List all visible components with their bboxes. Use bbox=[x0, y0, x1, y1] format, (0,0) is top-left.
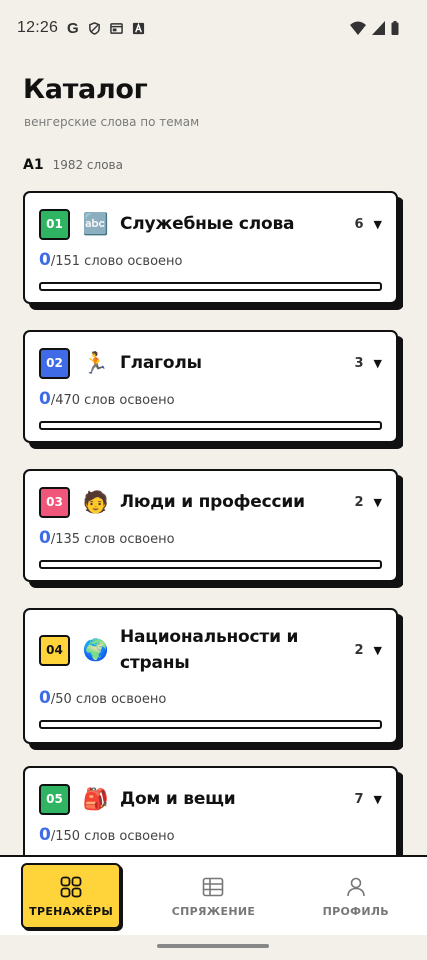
page-subtitle: венгерские слова по темам bbox=[24, 115, 200, 129]
category-progress-text: 0 /135 слов освоено bbox=[39, 528, 175, 548]
learned-count: 0 bbox=[39, 528, 51, 548]
category-card-04[interactable]: 04 🌍 Национальности и страны 2 ▼ 0 /50 с… bbox=[23, 608, 398, 744]
chevron-down-icon[interactable]: ▼ bbox=[374, 496, 382, 509]
category-progress-text: 0 /470 слов освоено bbox=[39, 389, 175, 409]
total-words-text: /151 слово освоено bbox=[50, 254, 183, 269]
nav-label: СПРЯЖЕНИЕ bbox=[171, 904, 256, 918]
progress-bar bbox=[39, 282, 382, 291]
learned-count: 0 bbox=[39, 688, 51, 708]
category-title: Национальности и страны bbox=[120, 627, 299, 673]
grid-icon bbox=[60, 876, 82, 897]
abc-icon: 🔤 bbox=[82, 211, 110, 236]
chevron-down-icon[interactable]: ▼ bbox=[374, 218, 382, 231]
shield-icon bbox=[88, 21, 100, 35]
nav-profile[interactable]: ПРОФИЛЬ bbox=[306, 863, 406, 929]
window-icon bbox=[109, 22, 123, 34]
person-icon: 🧑 bbox=[82, 489, 110, 514]
nav-label: ПРОФИЛЬ bbox=[322, 904, 389, 918]
globe-icon: 🌍 bbox=[82, 637, 110, 662]
nav-label: ТРЕНАЖЁРЫ bbox=[29, 904, 114, 918]
bottom-nav: ТРЕНАЖЁРЫ СПРЯЖЕНИЕ ПРОФИЛЬ bbox=[0, 855, 427, 935]
nav-trainers[interactable]: ТРЕНАЖЁРЫ bbox=[21, 863, 122, 929]
home-gesture-bar[interactable] bbox=[157, 944, 269, 948]
text-box-icon bbox=[132, 22, 144, 34]
nav-conjugation[interactable]: СПРЯЖЕНИЕ bbox=[163, 863, 263, 929]
level-code: A1 bbox=[23, 157, 44, 173]
category-card-05[interactable]: 05 🎒 Дом и вещи 7 ▼ 0 /150 слов освоено bbox=[23, 766, 398, 856]
subcategory-count: 6 bbox=[354, 216, 364, 232]
subcategory-count: 7 bbox=[354, 791, 364, 807]
progress-bar bbox=[39, 560, 382, 569]
total-words-text: /470 слов освоено bbox=[50, 393, 175, 408]
category-number-badge: 04 bbox=[39, 634, 70, 666]
category-card-03[interactable]: 03 🧑 Люди и профессии 2 ▼ 0 /135 слов ос… bbox=[23, 469, 398, 582]
category-list[interactable]: 01 🔤 Служебные слова 6 ▼ 0 /151 слово ос… bbox=[23, 190, 403, 856]
learned-count: 0 bbox=[39, 389, 51, 409]
wifi-icon bbox=[350, 21, 366, 35]
learned-count: 0 bbox=[39, 250, 51, 270]
learned-count: 0 bbox=[39, 825, 51, 845]
total-words-text: /150 слов освоено bbox=[50, 829, 175, 844]
category-number-badge: 02 bbox=[39, 347, 70, 379]
signal-icon bbox=[372, 21, 385, 35]
backpack-icon: 🎒 bbox=[82, 786, 110, 811]
google-icon: G bbox=[67, 19, 79, 37]
page-title: Каталог bbox=[23, 74, 148, 105]
status-time: 12:26 bbox=[17, 19, 59, 36]
category-progress-text: 0 /150 слов освоено bbox=[39, 825, 175, 845]
total-words-text: /135 слов освоено bbox=[50, 532, 175, 547]
person-icon bbox=[347, 877, 365, 896]
category-title: Дом и вещи bbox=[120, 789, 236, 809]
status-bar: 12:26 G bbox=[0, 0, 427, 56]
total-words-text: /50 слов освоено bbox=[50, 692, 167, 707]
progress-bar bbox=[39, 720, 382, 729]
table-icon bbox=[203, 877, 224, 896]
chevron-down-icon[interactable]: ▼ bbox=[374, 644, 382, 657]
battery-icon bbox=[391, 21, 399, 35]
category-number-badge: 03 bbox=[39, 486, 70, 518]
category-progress-text: 0 /50 слов освоено bbox=[39, 688, 166, 708]
category-card-01[interactable]: 01 🔤 Служебные слова 6 ▼ 0 /151 слово ос… bbox=[23, 191, 398, 304]
category-card-02[interactable]: 02 🏃 Глаголы 3 ▼ 0 /470 слов освоено bbox=[23, 330, 398, 443]
category-number-badge: 05 bbox=[39, 783, 70, 815]
category-title: Люди и профессии bbox=[120, 492, 305, 512]
subcategory-count: 2 bbox=[354, 494, 364, 510]
subcategory-count: 3 bbox=[354, 355, 364, 371]
running-person-icon: 🏃 bbox=[82, 350, 110, 375]
level-word-count: 1982 слова bbox=[52, 158, 123, 172]
category-number-badge: 01 bbox=[39, 208, 70, 240]
subcategory-count: 2 bbox=[354, 642, 364, 658]
category-progress-text: 0 /151 слово освоено bbox=[39, 250, 183, 270]
chevron-down-icon[interactable]: ▼ bbox=[374, 793, 382, 806]
category-title: Глаголы bbox=[120, 353, 202, 373]
chevron-down-icon[interactable]: ▼ bbox=[374, 357, 382, 370]
progress-bar bbox=[39, 421, 382, 430]
level-header: A1 1982 слова bbox=[23, 157, 123, 173]
category-title: Служебные слова bbox=[120, 214, 295, 234]
